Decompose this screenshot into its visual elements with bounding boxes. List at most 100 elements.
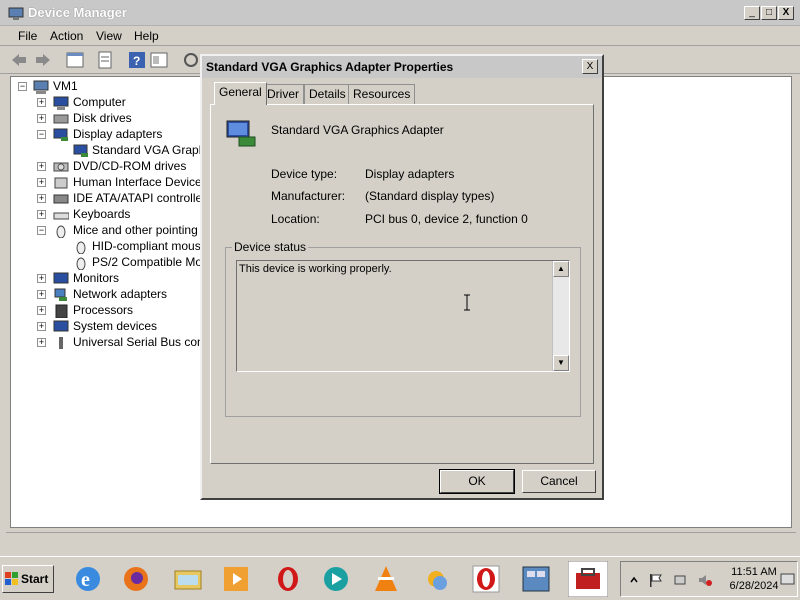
- tab-driver[interactable]: Driver: [262, 84, 304, 104]
- server-manager-icon[interactable]: [520, 563, 552, 595]
- display-adapter-icon: [53, 128, 68, 141]
- mouse-icon: [76, 241, 86, 254]
- tree-item-mice[interactable]: Mice and other pointing de: [73, 222, 214, 238]
- expand-ide[interactable]: +: [37, 194, 46, 203]
- expand-dvd-drives[interactable]: +: [37, 162, 46, 171]
- system-tray: 11:51 AM 6/28/2024: [620, 561, 798, 597]
- tree-item-usb[interactable]: Universal Serial Bus contro: [73, 334, 218, 350]
- device-manager-icon: [8, 7, 24, 20]
- usb-icon: [59, 337, 63, 349]
- tree-item-computer[interactable]: Computer: [73, 94, 126, 110]
- device-name: Standard VGA Graphics Adapter: [271, 123, 444, 137]
- ok-button[interactable]: OK: [439, 469, 515, 494]
- expand-keyboards[interactable]: +: [37, 210, 46, 219]
- tree-item-dvd-drives[interactable]: DVD/CD-ROM drives: [73, 158, 186, 174]
- expand-disk-drives[interactable]: +: [37, 114, 46, 123]
- opera-icon[interactable]: [272, 563, 304, 595]
- weather-app-icon[interactable]: [420, 563, 452, 595]
- menu-action[interactable]: Action: [50, 29, 83, 43]
- opera-browser-icon[interactable]: [470, 563, 502, 595]
- location-label: Location:: [271, 212, 320, 226]
- network-tray-icon[interactable]: [673, 572, 689, 588]
- system-devices-icon: [53, 320, 69, 332]
- device-type-label: Device type:: [271, 167, 338, 181]
- manufacturer-label: Manufacturer:: [271, 189, 346, 203]
- expand-hid[interactable]: +: [37, 178, 46, 187]
- firefox-icon[interactable]: [120, 563, 152, 595]
- expand-system-devices[interactable]: +: [37, 322, 46, 331]
- show-hidden-icons-icon[interactable]: [629, 574, 639, 586]
- tree-item-system-devices[interactable]: System devices: [73, 318, 157, 334]
- media-player-icon[interactable]: [220, 563, 252, 595]
- tree-item-processors[interactable]: Processors: [73, 302, 133, 318]
- taskbar: Start e 11:51 AM 6/28/2024: [0, 556, 800, 600]
- tab-details[interactable]: Details: [304, 84, 351, 104]
- text-cursor-icon: [464, 294, 470, 311]
- dialog-title: Standard VGA Graphics Adapter Properties: [206, 60, 454, 74]
- tab-general[interactable]: General: [214, 82, 267, 105]
- start-button[interactable]: Start: [2, 565, 54, 593]
- expand-network[interactable]: +: [37, 290, 46, 299]
- tree-item-ide[interactable]: IDE ATA/ATAPI controllers: [73, 190, 212, 206]
- show-desktop-icon[interactable]: [780, 571, 796, 587]
- computer-icon: [33, 80, 49, 94]
- tree-root-label[interactable]: VM1: [53, 78, 78, 94]
- collapse-mice[interactable]: −: [37, 226, 46, 235]
- file-explorer-icon[interactable]: [172, 563, 204, 595]
- dialog-close-button[interactable]: X: [582, 59, 598, 74]
- location-value: PCI bus 0, device 2, function 0: [365, 212, 528, 226]
- flag-icon[interactable]: [647, 572, 663, 588]
- window-title: Device Manager: [28, 5, 127, 20]
- maximize-button[interactable]: □: [761, 6, 777, 20]
- help-icon[interactable]: ?: [128, 51, 146, 69]
- processor-icon: [55, 304, 68, 318]
- status-scrollbar[interactable]: ▲ ▼: [552, 261, 569, 371]
- expand-monitors[interactable]: +: [37, 274, 46, 283]
- internet-explorer-icon[interactable]: e: [72, 563, 104, 595]
- back-arrow-icon[interactable]: [10, 51, 28, 69]
- scan-hardware-icon[interactable]: [182, 51, 200, 69]
- ide-controller-icon: [53, 194, 69, 204]
- menu-view[interactable]: View: [96, 29, 122, 43]
- app-teal-icon[interactable]: [320, 563, 352, 595]
- tree-item-disk-drives[interactable]: Disk drives: [73, 110, 132, 126]
- view-icon[interactable]: [150, 51, 168, 69]
- vlc-icon[interactable]: [370, 563, 402, 595]
- tree-item-network[interactable]: Network adapters: [73, 286, 167, 302]
- mouse-icon: [76, 257, 86, 270]
- tree-item-keyboards[interactable]: Keyboards: [73, 206, 130, 222]
- tree-item-monitors[interactable]: Monitors: [73, 270, 119, 286]
- device-manager-task-icon[interactable]: [568, 561, 608, 597]
- cancel-button[interactable]: Cancel: [522, 470, 596, 493]
- menu-file[interactable]: File: [18, 29, 37, 43]
- volume-muted-icon[interactable]: [697, 572, 713, 588]
- tree-item-display-adapters[interactable]: Display adapters: [73, 126, 162, 142]
- close-button[interactable]: X: [778, 6, 794, 20]
- expand-processors[interactable]: +: [37, 306, 46, 315]
- expand-usb[interactable]: +: [37, 338, 46, 347]
- scroll-up-arrow[interactable]: ▲: [553, 261, 569, 277]
- device-type-value: Display adapters: [365, 167, 455, 181]
- scroll-down-arrow[interactable]: ▼: [553, 355, 569, 371]
- tab-resources[interactable]: Resources: [348, 84, 416, 104]
- device-status-textbox[interactable]: This device is working properly. ▲ ▼: [236, 260, 570, 372]
- start-label: Start: [21, 572, 49, 586]
- collapse-root[interactable]: −: [18, 82, 27, 91]
- svg-text:e: e: [81, 569, 90, 591]
- menu-bar: File Action View Help: [0, 26, 800, 46]
- expand-computer[interactable]: +: [37, 98, 46, 107]
- show-hide-tree-icon[interactable]: [66, 51, 84, 69]
- clock[interactable]: 11:51 AM 6/28/2024: [719, 565, 789, 593]
- display-adapter-icon: [73, 144, 88, 157]
- properties-icon[interactable]: [96, 51, 114, 69]
- forward-arrow-icon[interactable]: [34, 51, 52, 69]
- tree-item-hid-mouse[interactable]: HID-compliant mouse: [92, 238, 207, 254]
- mouse-icon: [56, 225, 66, 238]
- hid-icon: [54, 177, 68, 189]
- menu-help[interactable]: Help: [134, 29, 159, 43]
- dialog-title-bar: Standard VGA Graphics Adapter Properties…: [202, 56, 602, 78]
- collapse-display-adapters[interactable]: −: [37, 130, 46, 139]
- minimize-button[interactable]: _: [744, 6, 760, 20]
- windows-logo-icon: [5, 572, 18, 585]
- tree-item-hid[interactable]: Human Interface Devices: [73, 174, 208, 190]
